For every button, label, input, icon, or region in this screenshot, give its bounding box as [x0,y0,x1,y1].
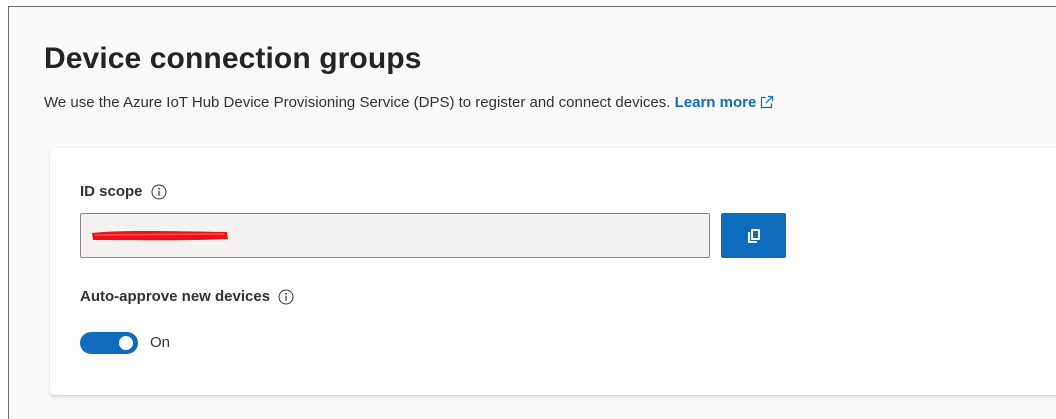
copy-icon [747,228,760,243]
page-description: We use the Azure IoT Hub Device Provisio… [44,94,774,111]
copy-button[interactable] [721,213,786,258]
info-icon[interactable] [151,184,167,200]
auto-approve-toggle[interactable] [80,332,138,354]
redaction-mark [92,231,228,241]
id-scope-field[interactable] [80,213,710,258]
learn-more-label: Learn more [674,94,757,111]
description-text: We use the Azure IoT Hub Device Provisio… [44,94,671,111]
learn-more-link[interactable]: Learn more [675,94,775,111]
settings-card: ID scope Auto-approve new devices On [50,148,1056,395]
auto-approve-label-row: Auto-approve new devices [80,288,294,305]
external-link-icon [761,95,774,109]
auto-approve-label: Auto-approve new devices [80,288,271,305]
toggle-state-label: On [150,334,171,351]
id-scope-label: ID scope [80,183,143,200]
info-icon[interactable] [278,289,294,305]
id-scope-label-row: ID scope [80,183,167,200]
page-title: Device connection groups [44,42,422,75]
toggle-knob [119,336,133,350]
